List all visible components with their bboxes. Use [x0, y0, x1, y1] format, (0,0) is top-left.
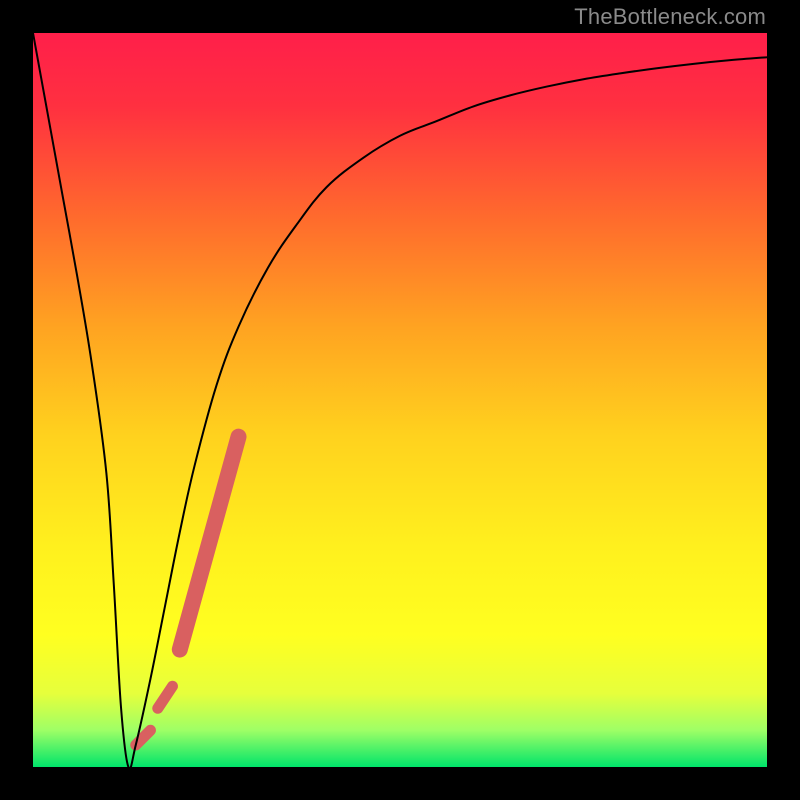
plot-area [33, 33, 767, 767]
gradient-background [33, 33, 767, 767]
bottleneck-chart [33, 33, 767, 767]
watermark-label: TheBottleneck.com [574, 4, 766, 30]
chart-frame: TheBottleneck.com [0, 0, 800, 800]
